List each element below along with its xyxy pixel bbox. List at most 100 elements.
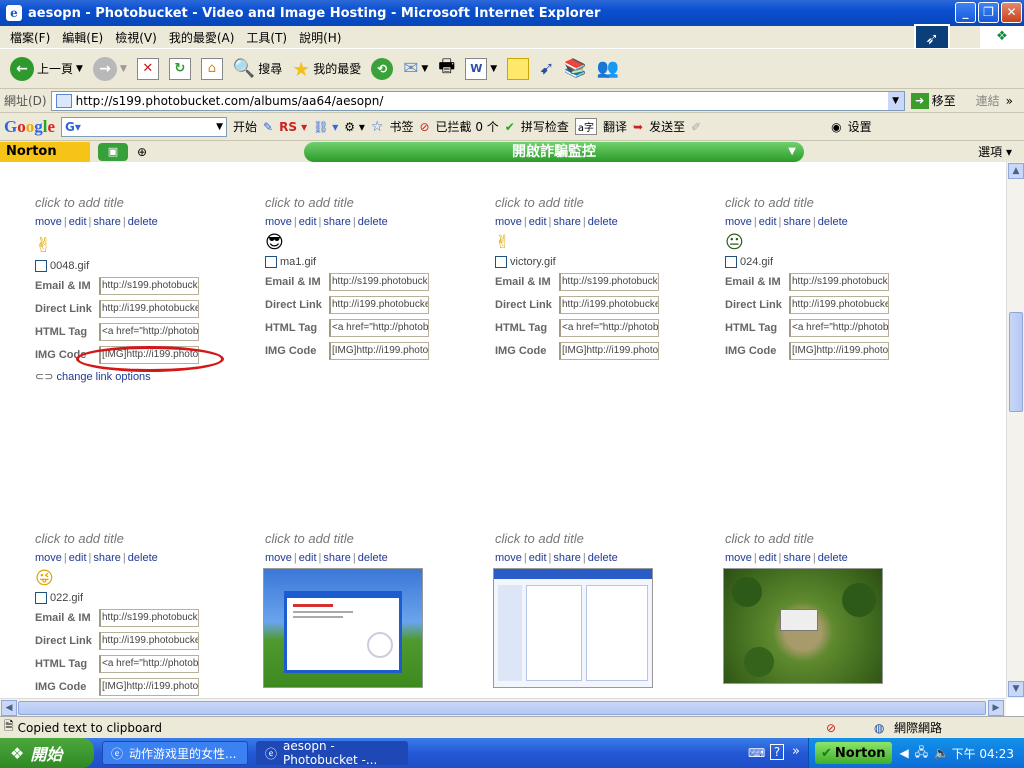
sendto-button[interactable]: 发送至 (649, 118, 685, 135)
norton-options-button[interactable]: 選項 ▾ (978, 143, 1012, 160)
norton-monitor-icon[interactable]: ▣ (98, 142, 128, 161)
share-link[interactable]: share (553, 216, 581, 228)
email-im-field[interactable]: http://s199.photobucket.com/albums/aa64/ (789, 272, 889, 291)
notes-button[interactable] (505, 53, 531, 85)
delete-link[interactable]: delete (818, 216, 848, 228)
share-link[interactable]: share (93, 216, 121, 228)
edit-link[interactable]: edit (529, 552, 547, 564)
move-link[interactable]: move (725, 216, 752, 228)
edit-word-button[interactable]: W ▼ (463, 53, 499, 85)
menu-tools[interactable]: 工具(T) (240, 29, 293, 46)
html-tag-field[interactable]: <a href="http://photobucket.com/" (99, 654, 199, 673)
select-checkbox[interactable] (35, 592, 47, 604)
peace-hand-icon[interactable]: ✌ (35, 232, 265, 258)
edit-link[interactable]: edit (759, 552, 777, 564)
volume-tray-icon[interactable]: 🔈 (934, 746, 949, 760)
popup-blocked-label[interactable]: 已拦截 0 个 (436, 118, 499, 135)
mail-button[interactable]: ✉ ▼ (401, 53, 430, 85)
add-title-link[interactable]: click to add title (35, 531, 265, 546)
refresh-button[interactable]: ↻ (167, 53, 193, 85)
delete-link[interactable]: delete (358, 216, 388, 228)
menu-edit[interactable]: 編輯(E) (56, 29, 109, 46)
back-dropdown-icon[interactable]: ▼ (76, 64, 83, 74)
scroll-left-icon[interactable]: ◀ (1, 700, 17, 716)
edit-link[interactable]: edit (299, 552, 317, 564)
go-button[interactable]: ➜ 移至 (910, 92, 956, 109)
share-link[interactable]: share (783, 552, 811, 564)
html-tag-field[interactable]: <a href="http://photobucket.com/" (329, 318, 429, 337)
add-title-link[interactable]: click to add title (495, 531, 725, 546)
google-logo[interactable]: Google (4, 117, 55, 137)
move-link[interactable]: move (265, 552, 292, 564)
address-url[interactable]: http://s199.photobucket.com/albums/aa64/… (76, 94, 384, 108)
bookmarks-star-icon[interactable]: ☆ (371, 119, 384, 135)
google-bookmark-icon[interactable]: ✎ (263, 120, 273, 134)
move-link[interactable]: move (495, 216, 522, 228)
edit-link[interactable]: edit (69, 552, 87, 564)
norton-logo[interactable]: Norton (0, 141, 90, 162)
antiphishing-dropdown-icon[interactable]: ▼ (788, 142, 796, 162)
back-tray-icon[interactable]: ◀ (900, 746, 909, 760)
game-screenshot-thumbnail[interactable] (723, 568, 883, 684)
add-title-link[interactable]: click to add title (265, 531, 495, 546)
google-options-icon[interactable]: ⚙ ▾ (344, 120, 365, 134)
select-checkbox[interactable] (265, 256, 277, 268)
google-start-button[interactable]: 开始 (233, 118, 257, 135)
scroll-right-icon[interactable]: ▶ (988, 700, 1004, 716)
norton-globe-icon[interactable]: ⊕ (132, 143, 152, 161)
html-tag-field[interactable]: <a href="http://photobucket.com/" (789, 318, 889, 337)
helmet-face-icon[interactable]: 😐 (725, 232, 955, 254)
delete-link[interactable]: delete (128, 552, 158, 564)
email-im-field[interactable]: http://s199.photobucket.com/albums/aa64/ (99, 608, 199, 627)
popup-blocked-status-icon[interactable]: ⊘ (826, 721, 836, 735)
translate-button[interactable]: 翻译 (603, 118, 627, 135)
email-im-field[interactable]: http://s199.photobucket.com/albums/aa64/ (99, 276, 199, 295)
edit-link[interactable]: edit (299, 216, 317, 228)
html-tag-field[interactable]: <a href="http://photobucket.com/" (559, 318, 659, 337)
search-button[interactable]: 🔍 搜尋 (231, 53, 284, 85)
stop-button[interactable]: ✕ (135, 53, 161, 85)
add-title-link[interactable]: click to add title (265, 195, 495, 210)
vertical-scroll-thumb[interactable] (1009, 312, 1023, 412)
links-label[interactable]: 連結 (976, 92, 1000, 109)
google-search-dropdown-icon[interactable]: ▼ (216, 122, 223, 132)
direct-link-field[interactable]: http://i199.photobucket.com/albums/aa64/ (789, 295, 889, 314)
close-button[interactable]: ✕ (1001, 2, 1022, 23)
share-link[interactable]: share (323, 216, 351, 228)
messenger-bird-button[interactable]: ➹ (537, 53, 556, 85)
scroll-down-icon[interactable]: ▼ (1008, 681, 1024, 697)
help-icon[interactable]: ? (770, 744, 784, 760)
settings-button[interactable]: 设置 (848, 118, 872, 135)
img-code-field[interactable]: [IMG]http://i199.photobucket.com/albums/ (559, 341, 659, 360)
forward-dropdown-icon[interactable]: ▼ (120, 64, 127, 74)
victory-hand-icon[interactable]: ✌ (495, 232, 725, 254)
move-link[interactable]: move (35, 552, 62, 564)
taskbar-item-photobucket[interactable]: ⓔ aesopn - Photobucket -... (256, 739, 408, 767)
address-input[interactable]: http://s199.photobucket.com/albums/aa64/… (50, 90, 905, 111)
menu-view[interactable]: 檢視(V) (109, 29, 163, 46)
print-button[interactable]: 🖶 (436, 53, 457, 85)
select-checkbox[interactable] (35, 260, 47, 272)
share-link[interactable]: share (553, 552, 581, 564)
spellcheck-button[interactable]: 拼写检查 (521, 118, 569, 135)
delete-link[interactable]: delete (588, 552, 618, 564)
img-code-field[interactable]: [IMG]http://i199.photobucket.com/albums/ (99, 677, 199, 696)
share-link[interactable]: share (93, 552, 121, 564)
maximize-button[interactable]: ❐ (978, 2, 999, 23)
direct-link-field[interactable]: http://i199.photobucket.com/albums/aa64/ (559, 295, 659, 314)
antiphishing-button[interactable]: 開啟詐騙監控 ▼ (304, 142, 804, 162)
direct-link-field[interactable]: http://i199.photobucket.com/albums/aa64/ (99, 299, 199, 318)
highlight-icon[interactable]: ✐ (691, 120, 701, 134)
address-dropdown-icon[interactable]: ▼ (887, 91, 904, 110)
scroll-up-icon[interactable]: ▲ (1008, 163, 1024, 179)
img-code-field[interactable]: [IMG]http://i199.photobucket.com/albums/ (329, 341, 429, 360)
select-checkbox[interactable] (495, 256, 507, 268)
minimize-button[interactable]: _ (955, 2, 976, 23)
move-link[interactable]: move (495, 552, 522, 564)
add-title-link[interactable]: click to add title (725, 531, 955, 546)
move-link[interactable]: move (265, 216, 292, 228)
taskbar-item-game[interactable]: ⓔ 动作游戏里的女性... (102, 741, 248, 765)
menu-file[interactable]: 檔案(F) (4, 29, 56, 46)
sombrero-face-icon[interactable]: 😎 (265, 232, 495, 254)
start-button[interactable]: ❖ 開始 (0, 738, 94, 768)
